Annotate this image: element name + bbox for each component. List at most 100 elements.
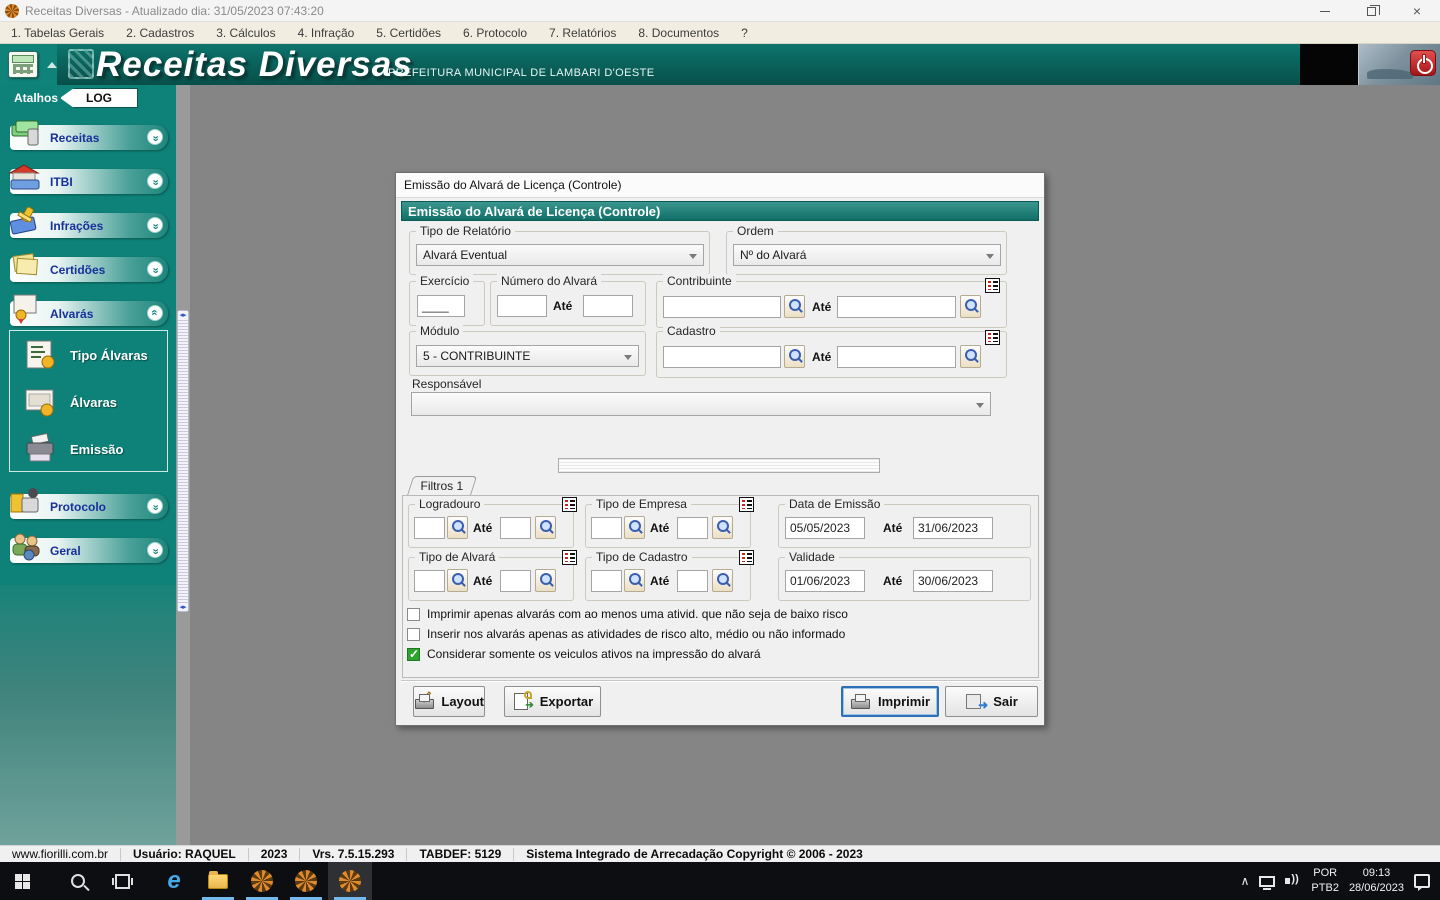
data-emissao-de-input[interactable]: 05/05/2023	[785, 517, 865, 539]
menu-help[interactable]: ?	[730, 26, 759, 40]
tab-filtros-1[interactable]: Filtros 1	[407, 476, 477, 496]
layout-button[interactable]: Layout	[413, 686, 485, 717]
chevron-down-icon[interactable]: »	[147, 217, 163, 233]
status-url[interactable]: www.fiorilli.com.br	[0, 848, 121, 861]
fiorilli-app-button-2[interactable]	[284, 862, 328, 900]
sidebar-item-receitas[interactable]: Receitas »	[10, 125, 168, 150]
menu-infracao[interactable]: 4. Infração	[287, 26, 366, 40]
menu-certidoes[interactable]: 5. Certidões	[365, 26, 452, 40]
collapse-arrow-icon[interactable]	[47, 62, 57, 68]
sidebar-item-alvaras-sub[interactable]: Álvaras	[24, 386, 117, 418]
tipo-relatorio-select[interactable]: Alvará Eventual	[416, 244, 704, 266]
chevron-down-icon[interactable]: »	[147, 542, 163, 558]
search-icon[interactable]	[447, 569, 468, 592]
sidebar-item-geral[interactable]: Geral »	[10, 538, 168, 563]
tipo-alvara-ate-input[interactable]	[500, 570, 531, 592]
tab-atalhos[interactable]: Atalhos	[14, 91, 58, 105]
close-button[interactable]: ×	[1394, 0, 1440, 22]
search-icon[interactable]	[960, 295, 981, 318]
tipo-alvara-list-icon[interactable]	[562, 550, 577, 565]
checkbox-unchecked[interactable]	[407, 608, 420, 621]
sidebar-item-alvaras[interactable]: Alvarás »	[10, 301, 168, 326]
menu-calculos[interactable]: 3. Cálculos	[205, 26, 286, 40]
tray-expand-icon[interactable]: ∧	[1241, 874, 1250, 888]
checkbox-row-baixo-risco[interactable]: Imprimir apenas alvarás com ao menos uma…	[407, 607, 848, 621]
chevron-down-icon[interactable]: »	[147, 498, 163, 514]
exercicio-input[interactable]: ____	[417, 295, 465, 317]
search-icon[interactable]	[784, 345, 805, 368]
validade-ate-input[interactable]: 30/06/2023	[913, 570, 993, 592]
restore-button[interactable]	[1348, 0, 1394, 22]
menu-protocolo[interactable]: 6. Protocolo	[452, 26, 538, 40]
search-icon[interactable]	[712, 516, 733, 539]
splitter-arrows-top[interactable]: ◂▸	[178, 311, 188, 319]
notification-icon[interactable]	[1414, 874, 1430, 888]
tipo-empresa-ate-input[interactable]	[677, 517, 708, 539]
sidebar-item-protocolo[interactable]: Protocolo »	[10, 494, 168, 519]
logradouro-list-icon[interactable]	[562, 497, 577, 512]
search-icon[interactable]	[535, 569, 556, 592]
task-view-button[interactable]	[100, 862, 144, 900]
validade-de-input[interactable]: 01/06/2023	[785, 570, 865, 592]
contribuinte-de-input[interactable]	[663, 296, 781, 318]
menu-cadastros[interactable]: 2. Cadastros	[115, 26, 205, 40]
checkbox-row-veiculos-ativos[interactable]: Considerar somente os veiculos ativos na…	[407, 647, 761, 661]
sidebar-item-tipo-alvaras[interactable]: Tipo Álvaras	[24, 339, 148, 371]
imprimir-button[interactable]: Imprimir	[841, 686, 939, 717]
sidebar-item-emissao[interactable]: Emissão	[24, 433, 123, 465]
modulo-select[interactable]: 5 - CONTRIBUINTE	[416, 345, 639, 367]
numero-alvara-ate-input[interactable]	[583, 295, 633, 317]
sidebar-item-certidoes[interactable]: Certidões »	[10, 257, 168, 282]
language-indicator[interactable]: POR PTB2	[1311, 866, 1339, 896]
menu-relatorios[interactable]: 7. Relatórios	[538, 26, 627, 40]
minimize-button[interactable]	[1302, 0, 1348, 22]
logradouro-de-input[interactable]	[414, 517, 445, 539]
contribuinte-ate-input[interactable]	[837, 296, 956, 318]
search-icon[interactable]	[624, 516, 645, 539]
chevron-down-icon[interactable]: »	[147, 129, 163, 145]
cadastro-list-icon[interactable]	[985, 330, 1000, 345]
search-icon[interactable]	[784, 295, 805, 318]
sidebar-item-infracoes[interactable]: Infrações »	[10, 213, 168, 238]
clock[interactable]: 09:13 28/06/2023	[1349, 866, 1404, 896]
logradouro-ate-input[interactable]	[500, 517, 531, 539]
tipo-cadastro-ate-input[interactable]	[677, 570, 708, 592]
contribuinte-list-icon[interactable]	[985, 278, 1000, 293]
chevron-up-icon[interactable]: »	[147, 305, 163, 321]
fiorilli-app-button-1[interactable]	[240, 862, 284, 900]
tipo-cadastro-list-icon[interactable]	[739, 550, 754, 565]
tipo-alvara-de-input[interactable]	[414, 570, 445, 592]
cadastro-ate-input[interactable]	[837, 346, 956, 368]
chevron-down-icon[interactable]: »	[147, 173, 163, 189]
ordem-select[interactable]: Nº do Alvará	[733, 244, 1001, 266]
fiorilli-app-button-active[interactable]	[328, 862, 372, 900]
tab-log[interactable]: LOG	[60, 88, 138, 108]
search-icon[interactable]	[712, 569, 733, 592]
menu-documentos[interactable]: 8. Documentos	[627, 26, 730, 40]
internet-explorer-button[interactable]: e	[152, 862, 196, 900]
checkbox-row-risco-alto[interactable]: Inserir nos alvarás apenas as atividades…	[407, 627, 845, 641]
search-icon[interactable]	[447, 516, 468, 539]
search-icon[interactable]	[624, 569, 645, 592]
sair-button[interactable]: Sair	[945, 686, 1038, 717]
menu-tabelas-gerais[interactable]: 1. Tabelas Gerais	[0, 26, 115, 40]
tipo-cadastro-de-input[interactable]	[591, 570, 622, 592]
checkbox-unchecked[interactable]	[407, 628, 420, 641]
exportar-button[interactable]: Exportar	[504, 686, 601, 717]
network-icon[interactable]	[1259, 876, 1275, 887]
taskbar-search-button[interactable]	[56, 862, 100, 900]
dialog-caption[interactable]: Emissão do Alvará de Licença (Controle)	[396, 173, 1044, 198]
checkbox-checked[interactable]	[407, 648, 420, 661]
search-icon[interactable]	[535, 516, 556, 539]
power-icon[interactable]	[1410, 50, 1436, 76]
chevron-down-icon[interactable]: »	[147, 261, 163, 277]
responsavel-select[interactable]	[411, 392, 991, 416]
tipo-empresa-de-input[interactable]	[591, 517, 622, 539]
sidebar-item-itbi[interactable]: ITBI »	[10, 169, 168, 194]
start-button[interactable]	[0, 862, 44, 900]
file-explorer-button[interactable]	[196, 862, 240, 900]
search-icon[interactable]	[960, 345, 981, 368]
tipo-empresa-list-icon[interactable]	[739, 497, 754, 512]
cadastro-de-input[interactable]	[663, 346, 781, 368]
data-emissao-ate-input[interactable]: 31/06/2023	[913, 517, 993, 539]
